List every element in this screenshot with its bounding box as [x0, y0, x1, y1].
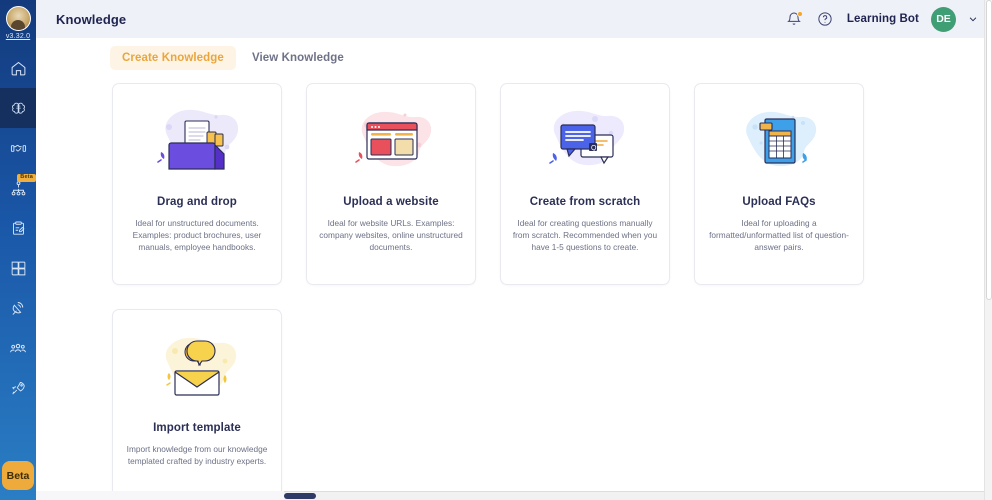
handshake-icon [10, 144, 26, 152]
card-title: Create from scratch [529, 196, 641, 208]
sidebar-item-launch[interactable] [0, 368, 36, 408]
people-icon [10, 343, 26, 353]
profile-avatar-image[interactable] [5, 6, 31, 31]
sidebar-nav: Beta [0, 48, 36, 408]
sidebar-item-users[interactable] [0, 328, 36, 368]
browser-window-illustration [355, 111, 432, 167]
card-illustration [145, 324, 249, 416]
help-button[interactable] [816, 10, 835, 29]
card-description: Ideal for unstructured documents. Exampl… [132, 218, 262, 252]
app-root: v3.32.0 Beta Beta Knowledge Learning Bot… [0, 0, 992, 500]
chat-bubbles-illustration: Q [549, 110, 625, 166]
satellite-icon [12, 301, 23, 315]
tab-create-knowledge[interactable]: Create Knowledge [110, 46, 236, 70]
card-description: Import knowledge from our knowledge temp… [126, 444, 268, 466]
sidebar-item-engagement[interactable] [0, 128, 36, 168]
folder-documents-illustration [157, 109, 239, 170]
rocket-icon [11, 381, 25, 394]
card-description: Ideal for creating questions manually fr… [512, 218, 658, 252]
sidebar-item-knowledge[interactable] [0, 88, 36, 128]
card-upload-faqs[interactable]: Upload FAQs Ideal for uploading a format… [694, 83, 864, 285]
card-import-template[interactable]: Import template Import knowledge from ou… [112, 309, 282, 500]
tab-view-knowledge[interactable]: View Knowledge [240, 46, 356, 70]
sidebar-item-home[interactable] [0, 48, 36, 88]
clipboard-edit-icon [12, 221, 24, 235]
main-content: Knowledge Learning Bot DE Create Knowled… [36, 0, 992, 500]
brain-icon [11, 102, 25, 114]
sidebar-beta-badge: Beta [17, 174, 36, 182]
spreadsheet-illustration [746, 111, 817, 167]
card-drag-and-drop[interactable]: Drag and drop Ideal for unstructured doc… [112, 83, 282, 285]
sidebar-item-broadcast[interactable] [0, 288, 36, 328]
top-bar-actions: Learning Bot DE [785, 6, 978, 32]
top-bar: Knowledge Learning Bot DE [36, 0, 992, 38]
user-avatar[interactable]: DE [931, 6, 956, 32]
flow-tree-icon [11, 180, 25, 195]
card-description: Ideal for website URLs. Examples: compan… [319, 218, 463, 252]
sidebar-item-forms[interactable] [0, 208, 36, 248]
help-circle-icon [818, 12, 833, 26]
svg-text:Q: Q [591, 145, 597, 152]
card-title: Upload a website [343, 196, 439, 208]
tab-bar: Create Knowledge View Knowledge [36, 38, 992, 78]
home-icon [11, 61, 25, 75]
page-title: Knowledge [56, 11, 127, 27]
horizontal-scrollbar-thumb[interactable] [284, 493, 316, 499]
card-title: Drag and drop [157, 196, 237, 208]
app-version-label[interactable]: v3.32.0 [6, 33, 30, 40]
card-illustration: Q [533, 98, 637, 190]
knowledge-source-cards: Drag and drop Ideal for unstructured doc… [36, 78, 992, 500]
vertical-scrollbar-thumb[interactable] [986, 0, 992, 300]
envelope-bubbles-illustration [165, 337, 237, 396]
card-title: Upload FAQs [742, 196, 816, 208]
card-title: Import template [153, 422, 241, 434]
vertical-scrollbar[interactable] [984, 0, 992, 500]
notifications-button[interactable] [785, 10, 804, 29]
chevron-down-icon[interactable] [968, 14, 978, 24]
sidebar-item-flows[interactable]: Beta [0, 168, 36, 208]
notification-indicator [796, 10, 803, 17]
card-illustration [145, 98, 249, 190]
card-illustration [727, 98, 831, 190]
card-create-from-scratch[interactable]: Q Create from scratch Ideal for creating… [500, 83, 670, 285]
integrations-icon [11, 261, 25, 275]
card-illustration [339, 98, 443, 190]
beta-button[interactable]: Beta [2, 461, 34, 490]
scrollbar-corner [36, 491, 284, 500]
card-description: Ideal for uploading a formatted/unformat… [709, 218, 849, 252]
bot-name-label: Learning Bot [846, 13, 919, 25]
horizontal-scrollbar[interactable] [284, 491, 984, 500]
sidebar-item-integrations[interactable] [0, 248, 36, 288]
card-upload-a-website[interactable]: Upload a website Ideal for website URLs.… [306, 83, 476, 285]
sidebar-profile[interactable]: v3.32.0 [5, 6, 31, 40]
sidebar: v3.32.0 Beta Beta [0, 0, 36, 500]
